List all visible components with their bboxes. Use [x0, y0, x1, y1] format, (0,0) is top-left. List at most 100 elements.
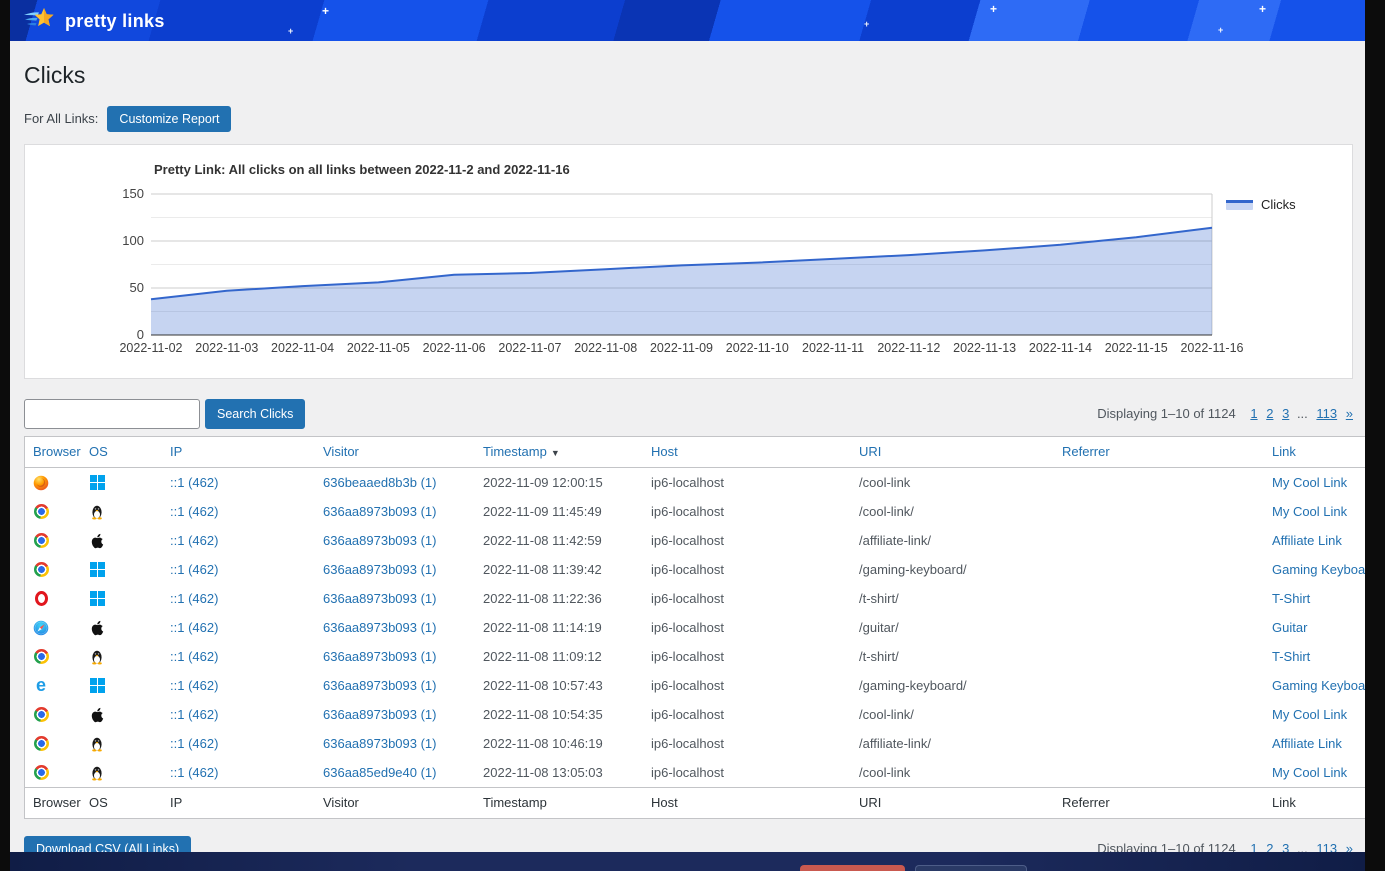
cell-visitor-link: 636aa8973b093 (1) — [315, 526, 475, 555]
ip-link[interactable]: ::1 (462) — [170, 475, 218, 490]
table-row: ::1 (462)636aa8973b093 (1)2022-11-08 11:… — [25, 526, 1366, 555]
cell-host: ip6-localhost — [643, 497, 851, 526]
column-header-ip[interactable]: IP — [162, 436, 315, 467]
cell-os — [81, 729, 162, 758]
visitor-link[interactable]: 636aa8973b093 (1) — [323, 736, 437, 751]
column-header-host[interactable]: Host — [643, 436, 851, 467]
customize-report-button[interactable]: Customize Report — [107, 106, 231, 132]
table-header-row: Browser OS IP Visitor Timestamp▼ Host UR… — [25, 436, 1366, 467]
visitor-link[interactable]: 636aa8973b093 (1) — [323, 678, 437, 693]
page-link-2[interactable]: 2 — [1266, 406, 1273, 421]
pretty-link-link[interactable]: My Cool Link — [1272, 475, 1347, 490]
cell-ip-link: ::1 (462) — [162, 642, 315, 671]
pagination-ellipsis: ... — [1297, 841, 1308, 852]
cell-ip-link: ::1 (462) — [162, 584, 315, 613]
column-header-timestamp[interactable]: Timestamp▼ — [475, 436, 643, 467]
ip-link[interactable]: ::1 (462) — [170, 533, 218, 548]
page-link-last[interactable]: 113 — [1316, 841, 1337, 852]
page-link-2[interactable]: 2 — [1266, 841, 1273, 852]
ip-link[interactable]: ::1 (462) — [170, 591, 218, 606]
cell-browser — [25, 497, 82, 526]
page-link-last[interactable]: 113 — [1316, 406, 1337, 421]
cell-pretty-link-link: Guitar — [1264, 613, 1365, 642]
windows-icon — [89, 475, 105, 491]
pretty-link-link[interactable]: My Cool Link — [1272, 504, 1347, 519]
pretty-link-link[interactable]: Guitar — [1272, 620, 1307, 635]
visitor-link[interactable]: 636aa8973b093 (1) — [323, 649, 437, 664]
pretty-link-link[interactable]: Gaming Keyboard — [1272, 562, 1365, 577]
pretty-link-link[interactable]: Gaming Keyboard — [1272, 678, 1365, 693]
ip-link[interactable]: ::1 (462) — [170, 620, 218, 635]
pretty-link-link[interactable]: T-Shirt — [1272, 591, 1310, 606]
ip-link[interactable]: ::1 (462) — [170, 765, 218, 780]
cell-host: ip6-localhost — [643, 700, 851, 729]
cell-browser — [25, 700, 82, 729]
cell-referrer — [1054, 555, 1264, 584]
cell-uri: /gaming-keyboard/ — [851, 555, 1054, 584]
pretty-link-link[interactable]: Affiliate Link — [1272, 533, 1342, 548]
page-link-1[interactable]: 1 — [1250, 841, 1257, 852]
sparkle-icon — [1259, 2, 1266, 16]
visitor-link[interactable]: 636beaaed8b3b (1) — [323, 475, 437, 490]
ip-link[interactable]: ::1 (462) — [170, 562, 218, 577]
cell-os — [81, 642, 162, 671]
visitor-link[interactable]: 636aa8973b093 (1) — [323, 504, 437, 519]
ip-link[interactable]: ::1 (462) — [170, 707, 218, 722]
cell-browser — [25, 467, 82, 497]
table-row: ::1 (462) 636aa8973b093 (1) 2022-11-09 11:… — [25, 497, 1366, 526]
clicks-table: Browser OS IP Visitor Timestamp▼ Host UR… — [24, 436, 1365, 819]
linux-icon — [89, 504, 105, 520]
pretty-link-link[interactable]: T-Shirt — [1272, 649, 1310, 664]
cell-referrer — [1054, 729, 1264, 758]
x-tick-label: 2022-11-12 — [869, 341, 949, 355]
ip-link[interactable]: ::1 (462) — [170, 736, 218, 751]
banner-upgrade-button[interactable] — [800, 865, 905, 871]
cell-pretty-link-link: My Cool Link — [1264, 467, 1365, 497]
column-header-link[interactable]: Link — [1264, 436, 1365, 467]
column-header-visitor[interactable]: Visitor — [315, 436, 475, 467]
search-input[interactable] — [24, 399, 200, 429]
cell-uri: /affiliate-link/ — [851, 729, 1054, 758]
next-page-link[interactable]: » — [1346, 406, 1353, 421]
visitor-link[interactable]: 636aa8973b093 (1) — [323, 707, 437, 722]
cell-host: ip6-localhost — [643, 584, 851, 613]
cell-ip-link: ::1 (462) — [162, 758, 315, 788]
cell-ip-link: ::1 (462) — [162, 467, 315, 497]
pretty-links-logo[interactable]: pretty links — [23, 6, 165, 36]
ip-link[interactable]: ::1 (462) — [170, 504, 218, 519]
cell-uri: /gaming-keyboard/ — [851, 671, 1054, 700]
visitor-link[interactable]: 636aa8973b093 (1) — [323, 591, 437, 606]
pretty-link-link[interactable]: My Cool Link — [1272, 765, 1347, 780]
search-clicks-button[interactable]: Search Clicks — [205, 399, 305, 429]
cell-pretty-link-link: T-Shirt — [1264, 584, 1365, 613]
page-link-3[interactable]: 3 — [1282, 841, 1289, 852]
app-header: pretty links — [10, 0, 1365, 41]
ip-link[interactable]: ::1 (462) — [170, 678, 218, 693]
logo-text: pretty links — [65, 11, 165, 32]
banner-dismiss-button[interactable] — [915, 865, 1027, 871]
ip-link[interactable]: ::1 (462) — [170, 649, 218, 664]
visitor-link[interactable]: 636aa8973b093 (1) — [323, 620, 437, 635]
column-header-browser[interactable]: Browser — [25, 436, 82, 467]
column-header-referrer[interactable]: Referrer — [1054, 436, 1264, 467]
next-page-link[interactable]: » — [1346, 841, 1353, 852]
cell-browser — [25, 642, 82, 671]
firefox-icon — [33, 475, 49, 491]
pretty-link-link[interactable]: My Cool Link — [1272, 707, 1347, 722]
visitor-link[interactable]: 636aa8973b093 (1) — [323, 562, 437, 577]
y-tick-label: 150 — [25, 186, 144, 201]
cell-timestamp: 2022-11-09 11:45:49 — [475, 497, 643, 526]
download-csv-button[interactable]: Download CSV (All Links) — [24, 836, 191, 852]
column-header-os[interactable]: OS — [81, 436, 162, 467]
pretty-links-star-icon — [23, 6, 57, 36]
cell-browser — [25, 526, 82, 555]
page-link-1[interactable]: 1 — [1250, 406, 1257, 421]
visitor-link[interactable]: 636aa8973b093 (1) — [323, 533, 437, 548]
pretty-link-link[interactable]: Affiliate Link — [1272, 736, 1342, 751]
cell-visitor-link: 636aa8973b093 (1) — [315, 642, 475, 671]
page-link-3[interactable]: 3 — [1282, 406, 1289, 421]
cell-referrer — [1054, 497, 1264, 526]
column-header-uri[interactable]: URI — [851, 436, 1054, 467]
x-tick-label: 2022-11-16 — [1172, 341, 1252, 355]
visitor-link[interactable]: 636aa85ed9e40 (1) — [323, 765, 437, 780]
